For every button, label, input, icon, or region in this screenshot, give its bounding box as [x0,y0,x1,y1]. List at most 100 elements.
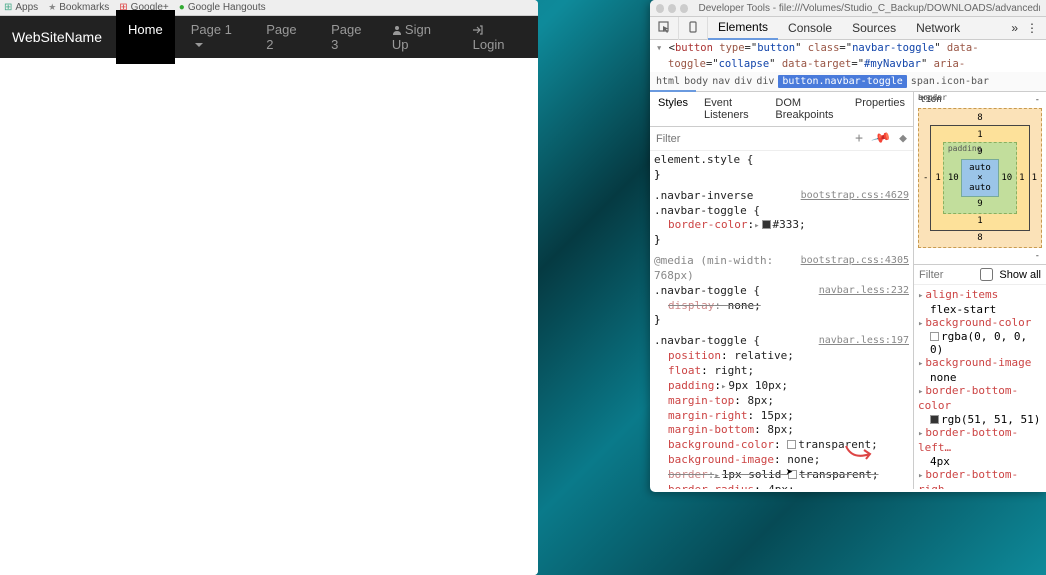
computed-prop[interactable]: align-items [918,288,1042,303]
tab-network[interactable]: Network [906,17,970,39]
navbar-brand[interactable]: WebSiteName [12,29,102,45]
bookmark-bookmarks[interactable]: ★ Bookmarks [48,2,109,13]
prop-val: 1px solid [722,468,782,481]
nav-item-page1[interactable]: Page 1 [179,10,251,64]
subtab-properties[interactable]: Properties [847,92,913,126]
nav-item-home[interactable]: Home [116,10,175,64]
computed-prop[interactable]: border-bottom-righ… [918,468,1042,489]
bm-val: 8 [923,113,1037,123]
prop-name: background-color [668,438,774,451]
crumb-span[interactable]: span.icon-bar [911,76,989,87]
traffic-light-icon[interactable] [656,4,664,13]
color-swatch-icon[interactable] [930,415,939,424]
prop-val: none [918,371,1042,384]
prop-val: 4px; [768,483,795,489]
computed-prop[interactable]: background-image [918,356,1042,371]
add-rule-icon[interactable]: + [855,131,863,146]
prop-name: margin-top [668,394,734,407]
nav-item-page2[interactable]: Page 2 [254,10,315,64]
devtools-titlebar[interactable]: Developer Tools - file:///Volumes/Studio… [650,0,1046,17]
nav-label: Login [473,37,505,52]
computed-filter-input[interactable] [919,269,974,281]
prop-val: 9px 10px; [728,379,788,392]
tabs-more[interactable]: »⋮ [1003,17,1046,39]
selector: .navbar-toggle { [654,334,760,349]
tab-elements[interactable]: Elements [708,16,778,40]
computed-prop[interactable]: background-color [918,316,1042,331]
prop-val: 8px; [767,423,794,436]
cursor-icon: ➤ [786,464,793,480]
apps-icon: ⊞ [4,2,12,13]
bookmark-apps[interactable]: ⊞ Apps [4,2,38,13]
source-link[interactable]: bootstrap.css:4305 [801,254,909,284]
prop-name: padding [668,379,714,392]
tab-sources[interactable]: Sources [842,17,906,39]
elements-tree-line[interactable]: ▾ <button type="button" class="navbar-to… [650,40,1046,56]
prop-name: float [668,364,701,377]
showall-checkbox[interactable] [980,268,993,281]
styles-list: element.style { } .navbar-inverse bootst… [650,151,913,489]
bookmark-label: Apps [15,2,38,13]
bookmark-label: Bookmarks [59,2,109,13]
css-rule[interactable]: .navbar-inverse bootstrap.css:4629 .navb… [654,189,909,248]
crumb-nav[interactable]: nav [712,76,730,87]
source-link[interactable]: bootstrap.css:4629 [801,189,909,204]
html-tag: button [675,42,713,54]
color-swatch-icon[interactable] [930,332,939,341]
inspect-icon[interactable] [650,17,679,40]
user-icon [392,25,402,35]
computed-panel: tion- argin 8 - border 1 1 padding [914,92,1046,489]
traffic-light-icon[interactable] [668,4,676,13]
devtools-body: Styles Event Listeners DOM Breakpoints P… [650,92,1046,489]
page-content [0,58,538,575]
hov-icon[interactable]: ◆ [899,131,907,146]
source-link[interactable]: navbar.less:232 [819,284,909,299]
bm-val: 1 [935,216,1024,226]
subtab-styles[interactable]: Styles [650,90,696,126]
star-icon: ★ [48,2,56,13]
breadcrumb: html body nav div div button.navbar-togg… [650,72,1046,92]
computed-prop[interactable]: border-bottom-color [918,384,1042,413]
prop-val: right; [714,364,754,377]
pin-icon[interactable]: 📌 [870,128,892,149]
brace: } [654,233,909,248]
traffic-light-icon[interactable] [680,4,688,13]
computed-prop[interactable]: border-bottom-left… [918,426,1042,455]
tab-console[interactable]: Console [778,17,842,39]
nav-item-page3[interactable]: Page 3 [319,10,380,64]
crumb-button[interactable]: button.navbar-toggle [778,75,906,88]
crumb-div[interactable]: div [734,76,752,87]
bm-val: - [1035,251,1040,261]
elements-tree-line[interactable]: toggle="collapse" data-target="#myNavbar… [650,56,1046,72]
crumb-html[interactable]: html [656,76,680,87]
bm-val: - [923,173,928,183]
prop-val: 8px; [747,394,774,407]
css-rule[interactable]: @media (min-width: 768px) bootstrap.css:… [654,254,909,328]
crumb-body[interactable]: body [684,76,708,87]
subtab-dombreakpoints[interactable]: DOM Breakpoints [767,92,846,126]
color-swatch-icon[interactable] [787,440,796,449]
styles-filter-input[interactable] [656,133,855,145]
source-link[interactable]: navbar.less:197 [819,334,909,349]
prop-val: #333; [773,218,806,231]
subtab-eventlisteners[interactable]: Event Listeners [696,92,767,126]
prop-name: border-bottom-left… [918,426,1018,454]
nav-signup[interactable]: Sign Up [380,10,459,64]
media-query: @media (min-width: 768px) [654,254,801,284]
prop-name: background-image [668,453,774,466]
prop-name: border [668,468,708,481]
styles-panel: Styles Event Listeners DOM Breakpoints P… [650,92,914,489]
color-swatch-icon[interactable] [762,220,771,229]
showall-label: Show all [999,269,1041,281]
css-rule[interactable]: element.style { } [654,153,909,183]
box-model[interactable]: tion- argin 8 - border 1 1 padding [914,92,1046,264]
nav-login[interactable]: Login [461,10,526,64]
bm-label: padding [948,144,982,153]
device-icon[interactable] [679,17,708,40]
crumb-div[interactable]: div [756,76,774,87]
bm-val: 10 [948,173,959,183]
prop-name: position [668,349,721,362]
nav-label: Page 1 [191,22,232,37]
prop-name: margin-bottom [668,423,754,436]
chevron-down-icon [195,43,203,47]
